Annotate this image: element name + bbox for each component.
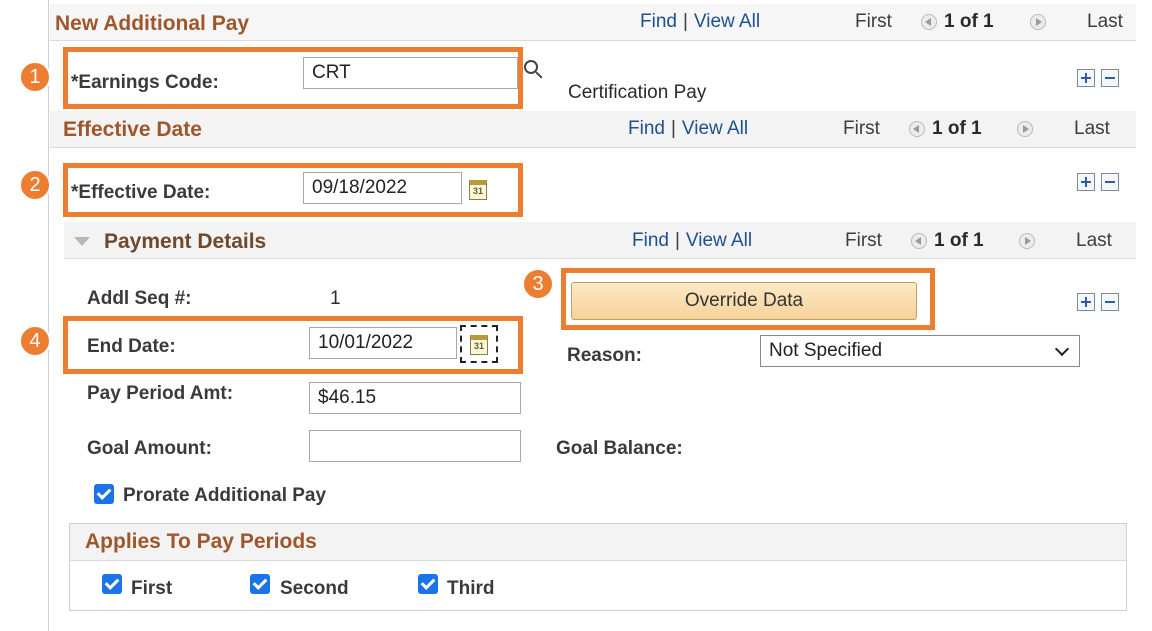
- second-period-checkbox[interactable]: [250, 574, 270, 594]
- row-counter: 1 of 1: [944, 11, 994, 32]
- delete-row-icon[interactable]: [1101, 293, 1119, 311]
- lookup-search-icon[interactable]: [524, 60, 538, 74]
- callout-badge-3: 3: [522, 268, 554, 300]
- previous-row-icon[interactable]: [921, 14, 937, 30]
- view-all-link[interactable]: View All: [694, 11, 760, 32]
- pay-period-amt-input[interactable]: $46.15: [309, 382, 521, 414]
- row-counter: 1 of 1: [932, 118, 982, 139]
- effective-date-nav: Find | View All: [628, 118, 749, 139]
- collapse-triangle-icon[interactable]: [74, 237, 90, 246]
- highlight-end-date: [63, 316, 523, 374]
- add-row-icon[interactable]: [1077, 173, 1095, 191]
- goal-amount-input[interactable]: [309, 430, 521, 462]
- chevron-down-icon: [1054, 341, 1070, 357]
- next-row-icon[interactable]: [1017, 121, 1033, 137]
- addl-seq-value: 1: [330, 288, 341, 309]
- last-link[interactable]: Last: [1087, 11, 1123, 33]
- view-all-link[interactable]: View All: [682, 118, 748, 139]
- third-period-label: Third: [447, 578, 495, 599]
- second-period-label: Second: [280, 578, 349, 599]
- callout-badge-4: 4: [19, 325, 51, 357]
- add-row-icon[interactable]: [1077, 293, 1095, 311]
- reason-select[interactable]: Not Specified: [760, 335, 1080, 367]
- additional-pay-title: New Additional Pay: [55, 12, 250, 35]
- highlight-effective-date: [63, 163, 523, 217]
- next-row-icon[interactable]: [1019, 233, 1035, 249]
- first-link[interactable]: First: [855, 11, 892, 33]
- payment-details-nav: Find | View All: [632, 230, 753, 251]
- callout-badge-1: 1: [19, 61, 51, 93]
- first-period-checkbox[interactable]: [102, 574, 122, 594]
- next-row-icon[interactable]: [1030, 14, 1046, 30]
- addl-seq-label: Addl Seq #:: [87, 288, 192, 309]
- earnings-description: Certification Pay: [568, 82, 707, 103]
- last-link[interactable]: Last: [1074, 118, 1110, 140]
- payment-details-title[interactable]: Payment Details: [104, 230, 266, 254]
- add-row-icon[interactable]: [1077, 69, 1095, 87]
- third-period-checkbox[interactable]: [418, 574, 438, 594]
- delete-row-icon[interactable]: [1101, 173, 1119, 191]
- find-link[interactable]: Find: [628, 118, 665, 139]
- delete-row-icon[interactable]: [1101, 69, 1119, 87]
- first-period-label: First: [131, 578, 173, 599]
- pay-period-amt-label: Pay Period Amt:: [87, 383, 234, 404]
- additional-pay-nav: Find | View All: [640, 11, 761, 32]
- row-counter: 1 of 1: [934, 230, 984, 251]
- view-all-link[interactable]: View All: [686, 230, 752, 251]
- prorate-checkbox[interactable]: [94, 484, 114, 504]
- callout-badge-2: 2: [19, 169, 51, 201]
- find-link[interactable]: Find: [632, 230, 669, 251]
- highlight-earnings-code: [63, 47, 523, 109]
- reason-selected-value: Not Specified: [769, 340, 883, 361]
- highlight-override-data: [561, 268, 935, 330]
- previous-row-icon[interactable]: [909, 121, 925, 137]
- first-link[interactable]: First: [845, 230, 882, 252]
- find-link[interactable]: Find: [640, 11, 677, 32]
- left-border: [48, 0, 49, 631]
- applies-to-pay-periods-group: Applies To Pay Periods: [69, 523, 1127, 611]
- last-link[interactable]: Last: [1076, 230, 1112, 252]
- reason-label: Reason:: [567, 345, 642, 366]
- first-link[interactable]: First: [843, 118, 880, 140]
- effective-date-title: Effective Date: [63, 118, 202, 141]
- goal-amount-label: Goal Amount:: [87, 438, 212, 459]
- applies-to-pay-periods-title: Applies To Pay Periods: [85, 530, 317, 553]
- previous-row-icon[interactable]: [911, 233, 927, 249]
- goal-balance-label: Goal Balance:: [556, 438, 683, 459]
- prorate-label: Prorate Additional Pay: [123, 485, 327, 506]
